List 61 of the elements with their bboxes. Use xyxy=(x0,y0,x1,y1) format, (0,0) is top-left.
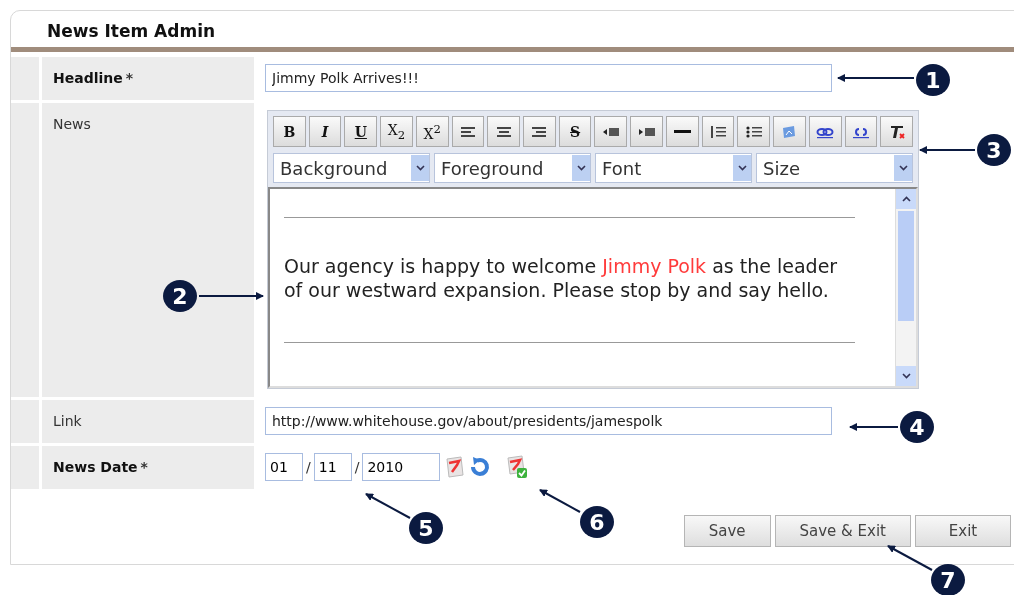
toolbar-button[interactable] xyxy=(880,116,913,147)
callout-arrow xyxy=(365,493,411,519)
callout-number: 3 xyxy=(977,134,1011,166)
toolbar-button[interactable] xyxy=(665,116,699,147)
required-mark: * xyxy=(125,70,134,86)
callout-arrow xyxy=(198,292,264,300)
editor-area[interactable]: Our agency is happy to welcome Jimmy Polk as the leader of our westward expansion. Please stop by and say hello. xyxy=(268,187,918,388)
toolbar-button[interactable] xyxy=(808,116,842,147)
date-separator: / xyxy=(354,459,360,475)
format-button[interactable]: B xyxy=(273,116,306,147)
callout-number: 6 xyxy=(580,506,614,538)
callout-arrow xyxy=(919,146,976,154)
toolbar-button[interactable] xyxy=(451,116,485,147)
toolbar-button[interactable] xyxy=(737,116,771,147)
row-stripe xyxy=(11,446,39,489)
date-field[interactable]: 2010 xyxy=(362,453,441,481)
action-button[interactable]: Exit xyxy=(915,515,1011,547)
scroll-down-icon[interactable] xyxy=(896,366,916,386)
date-field[interactable]: 11 xyxy=(313,453,352,481)
toolbar-button[interactable] xyxy=(630,116,663,147)
calendar-check-icon[interactable] xyxy=(505,455,530,479)
dropdown[interactable]: Foreground xyxy=(434,153,591,183)
format-button[interactable]: I xyxy=(308,116,342,147)
toolbar-button[interactable] xyxy=(844,116,878,147)
toolbar-button[interactable] xyxy=(487,116,521,147)
news-paragraph: Our agency is happy to welcome Jimmy Polk as the leader of our westward expansion. Please stop by and say hello. xyxy=(284,254,839,302)
callout-arrow xyxy=(539,489,581,513)
row-stripe xyxy=(11,400,39,443)
calendar-icon[interactable] xyxy=(443,455,466,479)
callout-number: 5 xyxy=(409,512,443,544)
callout-arrow xyxy=(849,423,899,431)
required-mark: * xyxy=(140,459,148,475)
date-separator: / xyxy=(306,459,311,475)
label-text: Link xyxy=(53,413,82,429)
toolbar-button[interactable] xyxy=(701,116,735,147)
text-field[interactable]: http://www.whitehouse.gov/about/presidents/jamespolk xyxy=(265,407,832,435)
row-stripe xyxy=(11,57,39,100)
callout-number: 4 xyxy=(900,411,934,443)
dropdown[interactable]: Size xyxy=(756,153,913,183)
dropdown[interactable]: Background xyxy=(273,153,430,183)
window-title: News Item Admin xyxy=(46,20,217,43)
date-field[interactable]: 01 xyxy=(265,453,303,481)
scrollbar[interactable] xyxy=(895,189,916,386)
ordered-list-icon xyxy=(709,123,727,140)
label-text: Headline xyxy=(53,70,123,86)
toolbar-button[interactable] xyxy=(523,116,556,147)
dropdown[interactable]: Font xyxy=(595,153,752,183)
format-button[interactable]: S xyxy=(558,116,592,147)
label-text: News xyxy=(53,116,91,132)
format-button[interactable]: U xyxy=(344,116,378,147)
action-button[interactable]: Save xyxy=(683,515,771,547)
label-text: News Date xyxy=(53,459,138,475)
format-button[interactable]: X$^{2}$ xyxy=(415,116,449,147)
action-button[interactable]: Save & Exit xyxy=(774,515,911,547)
toolbar-button[interactable] xyxy=(594,116,628,147)
text-field[interactable]: Jimmy Polk Arrives!!! xyxy=(265,64,832,92)
callout-number: 1 xyxy=(916,64,950,96)
scroll-up-icon[interactable] xyxy=(896,189,916,209)
callout-number: 7 xyxy=(931,564,965,595)
callout-arrow xyxy=(887,545,933,571)
format-button[interactable]: X$_{2}$ xyxy=(380,116,413,147)
